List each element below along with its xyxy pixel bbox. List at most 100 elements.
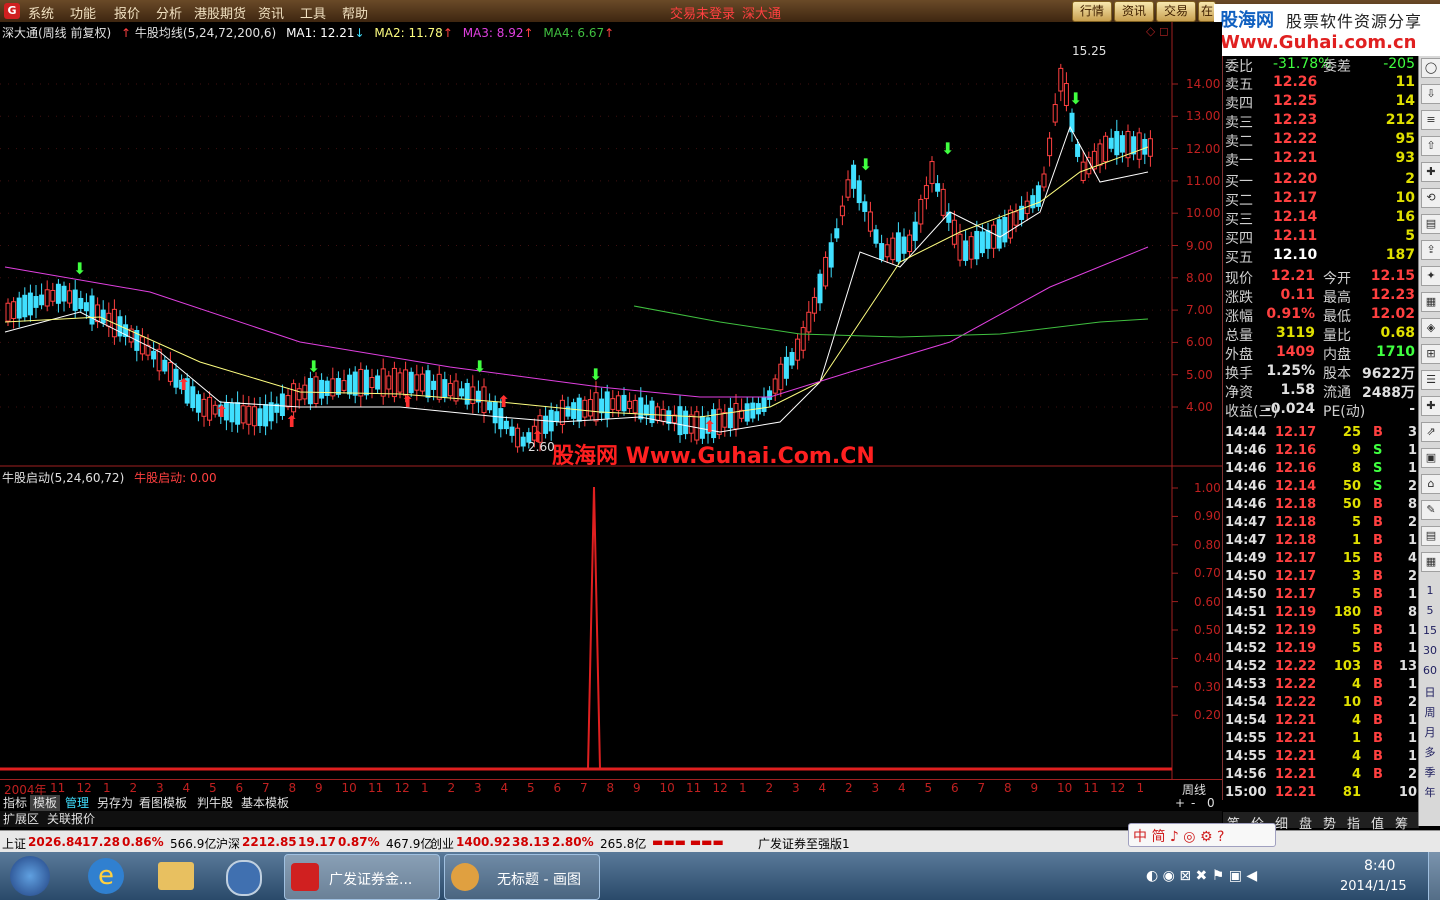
tab-template[interactable]: 模板: [30, 795, 61, 811]
ask-row[interactable]: 卖四 12.25 14: [1223, 93, 1419, 112]
bid-row[interactable]: 买四 12.11 5: [1223, 228, 1419, 247]
taskbar-app-gf[interactable]: 广发证券金...: [284, 854, 440, 900]
tool-icon[interactable]: ▤: [1421, 214, 1440, 234]
tick-row: 14:54 12.22 10 B 2: [1223, 695, 1419, 713]
period-button[interactable]: 日: [1421, 684, 1439, 700]
tab-view-template[interactable]: 看图模板: [136, 795, 190, 811]
tick-count: 2: [1407, 767, 1417, 782]
folder-icon[interactable]: [158, 862, 194, 890]
tool-icon[interactable]: ⇩: [1421, 84, 1440, 104]
tool-icon[interactable]: ▣: [1421, 448, 1440, 468]
period-button[interactable]: 多: [1421, 744, 1439, 760]
tool-icon[interactable]: ✦: [1421, 266, 1440, 286]
ask-label: 卖五: [1225, 77, 1253, 93]
tool-icon[interactable]: ▤: [1421, 526, 1440, 546]
ask-row[interactable]: 卖三 12.23 212: [1223, 112, 1419, 131]
info-button[interactable]: 资讯: [1114, 1, 1154, 22]
month-label: 1: [103, 781, 111, 795]
reset-button[interactable]: 0: [1204, 795, 1218, 811]
indicator-value: 牛股启动: 0.00: [134, 471, 217, 485]
menu-help[interactable]: 帮助: [342, 3, 368, 22]
tool-icon[interactable]: ⟲: [1421, 188, 1440, 208]
period-button[interactable]: 5: [1421, 604, 1439, 617]
tab-indicator[interactable]: 指标: [0, 795, 30, 811]
menu-system[interactable]: 系统: [28, 3, 54, 22]
menu-function[interactable]: 功能: [70, 3, 96, 22]
ask-row[interactable]: 卖二 12.22 95: [1223, 131, 1419, 150]
tool-icon[interactable]: ✚: [1421, 396, 1440, 416]
ie-icon[interactable]: e: [88, 858, 124, 894]
clock-date: 2014/1/15: [1340, 879, 1407, 894]
menu-tools[interactable]: 工具: [300, 3, 326, 22]
menu-analysis[interactable]: 分析: [156, 3, 182, 22]
bid-row[interactable]: 买三 12.14 16: [1223, 209, 1419, 228]
menu-quote[interactable]: 报价: [114, 3, 140, 22]
hs-value: 2212.85: [242, 835, 297, 849]
main-chart[interactable]: ⬆ ⬆ ⬆ ⬆ ⬆ ⬆ ⬆ ⬇ ⬇ ⬇ ⬇ ⬇ ⬇ ⬇ 深大通(周线 前复权) ↑ 牛股均线(5,24,7…: [0, 22, 1222, 469]
tool-icon[interactable]: ✎: [1421, 500, 1440, 520]
tab-related-quote[interactable]: 关联报价: [44, 811, 98, 827]
tool-icon[interactable]: ▦: [1421, 552, 1440, 572]
period-button[interactable]: 60: [1421, 664, 1439, 677]
tool-icon[interactable]: ⇗: [1421, 422, 1440, 442]
tool-icon[interactable]: ☰: [1421, 370, 1440, 390]
tab-extension[interactable]: 扩展区: [0, 811, 42, 827]
trade-button[interactable]: 交易: [1156, 1, 1196, 22]
extension-tabs: 扩展区 关联报价: [0, 811, 1222, 827]
tool-icon[interactable]: ⇪: [1421, 240, 1440, 260]
app-logo-icon[interactable]: G: [4, 3, 20, 19]
quote-button[interactable]: 行情: [1072, 1, 1112, 22]
tool-icon[interactable]: ▦: [1421, 292, 1440, 312]
ask-row[interactable]: 卖五 12.26 11: [1223, 74, 1419, 93]
tool-icon[interactable]: ◈: [1421, 318, 1440, 338]
tab-manage[interactable]: 管理: [62, 795, 92, 811]
show-desktop-button[interactable]: [1428, 852, 1440, 900]
month-label: 4: [898, 781, 906, 795]
brand-url: Www.Guhai.com.cn: [1220, 32, 1417, 53]
tray-icons[interactable]: ◐ ◉ ⊠ ✖ ⚑ ▣ ◀: [1146, 868, 1257, 884]
candlestick-plot[interactable]: ⬆⬆⬆⬆ ⬆⬆⬆⬇⬇ ⬇ ⬇⬇⬇⬇: [0, 22, 1222, 467]
period-button[interactable]: 周: [1421, 704, 1439, 720]
start-button-icon[interactable]: [10, 856, 50, 896]
indicator-plot[interactable]: [0, 467, 1222, 779]
taskbar-app-paint[interactable]: 无标题 - 画图: [444, 854, 600, 900]
period-button[interactable]: 30: [1421, 644, 1439, 657]
tool-icon[interactable]: ◯: [1421, 58, 1440, 78]
svg-text:⬇: ⬇: [589, 365, 602, 384]
menu-info[interactable]: 资讯: [258, 3, 284, 22]
tool-icon[interactable]: ≡: [1421, 110, 1440, 130]
period-button[interactable]: 季: [1421, 764, 1439, 780]
bid-row[interactable]: 买一 12.20 2: [1223, 171, 1419, 190]
zoom-in-button[interactable]: +: [1172, 795, 1188, 811]
stat-row: 涨跌 0.11 最高 12.23: [1223, 287, 1419, 306]
tab-judge-bull[interactable]: 判牛股: [194, 795, 236, 811]
tool-icon[interactable]: ⇧: [1421, 136, 1440, 156]
bid-row[interactable]: 买五 12.10 187: [1223, 247, 1419, 266]
menu-hk-futures[interactable]: 港股期货: [194, 3, 246, 22]
tick-volume: 180: [1333, 605, 1361, 620]
period-button[interactable]: 年: [1421, 784, 1439, 800]
tick-price: 12.17: [1275, 587, 1317, 602]
ask-row[interactable]: 卖一 12.21 93: [1223, 150, 1419, 169]
tick-row: 15:00 12.21 81 10: [1223, 785, 1419, 803]
input-method-bar[interactable]: 中 简 ♪ ◎ ⚙ ?: [1128, 823, 1276, 847]
period-button[interactable]: 15: [1421, 624, 1439, 637]
tick-row: 14:44 12.17 25 B 3: [1223, 425, 1419, 443]
tick-side: B: [1373, 659, 1383, 674]
window-control-icon[interactable]: ◇ ◻: [1146, 24, 1169, 38]
tab-basic-template[interactable]: 基本模板: [238, 795, 292, 811]
month-label: 2: [129, 781, 138, 795]
period-button[interactable]: 月: [1421, 724, 1439, 740]
ime-icon[interactable]: 中 简 ♪ ◎ ⚙ ?: [1133, 826, 1224, 846]
bid-row[interactable]: 买二 12.17 10: [1223, 190, 1419, 209]
zoom-out-button[interactable]: -: [1188, 795, 1198, 811]
tool-icon[interactable]: ✚: [1421, 162, 1440, 182]
sh-value: 2026.84: [28, 835, 83, 849]
tool-icon[interactable]: ⌂: [1421, 474, 1440, 494]
tool-icon[interactable]: ⊞: [1421, 344, 1440, 364]
month-label: 6: [553, 781, 562, 795]
media-icon[interactable]: [226, 860, 262, 896]
tab-save-as[interactable]: 另存为: [94, 795, 136, 811]
indicator-chart[interactable]: 牛股启动(5,24,60,72) 牛股启动: 0.00 1.00 0.90 0.80…: [0, 467, 1222, 779]
period-button[interactable]: 1: [1421, 584, 1439, 597]
